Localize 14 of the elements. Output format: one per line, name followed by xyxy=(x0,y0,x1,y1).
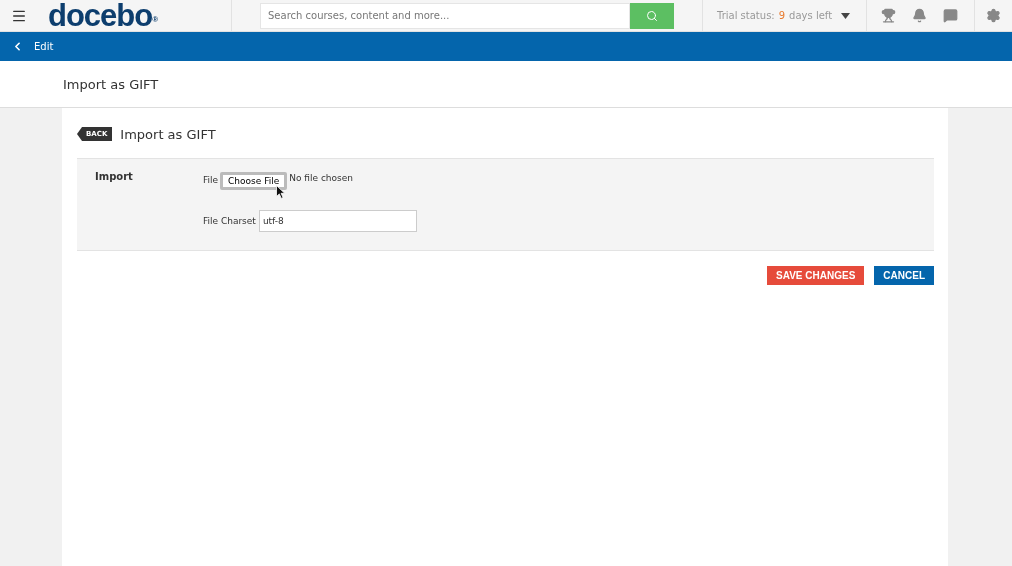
trial-status-label: Trial status: xyxy=(717,10,775,21)
trial-days-count: 9 xyxy=(778,10,786,21)
nav-title: Edit xyxy=(34,41,54,52)
trial-days-label: days left xyxy=(789,10,833,21)
cancel-button[interactable]: CANCEL xyxy=(874,266,934,285)
charset-label: File Charset xyxy=(203,216,256,226)
page-title: Import as GIFT xyxy=(63,76,159,92)
file-label: File xyxy=(203,175,219,185)
search-field[interactable]: Search courses, content and more... xyxy=(260,2,630,29)
section-label: Import xyxy=(95,171,134,184)
file-status: No file chosen xyxy=(289,173,353,183)
charset-field[interactable]: utf-8 xyxy=(258,210,417,232)
save-button[interactable]: SAVE CHANGES xyxy=(767,266,865,285)
panel-title: Import as GIFT xyxy=(120,126,216,142)
